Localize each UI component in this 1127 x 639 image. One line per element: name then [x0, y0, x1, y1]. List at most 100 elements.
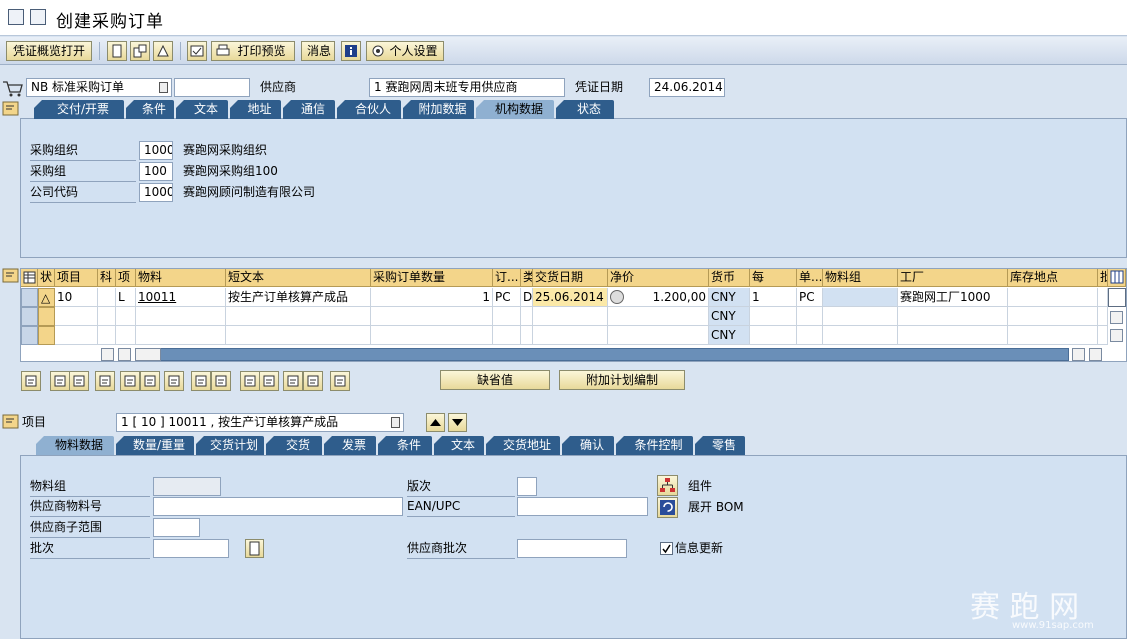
grid-cell-delivery_date[interactable]: 25.06.2014: [533, 288, 608, 307]
grid-cell-unit[interactable]: PC: [493, 288, 521, 307]
select-all-button[interactable]: [50, 371, 70, 391]
grid-cell-unit[interactable]: [493, 307, 521, 326]
scroll-up-button[interactable]: [1110, 311, 1123, 324]
vendor-field[interactable]: 1 赛跑网周末班专用供应商: [369, 78, 565, 97]
components-button[interactable]: [657, 475, 678, 496]
grid-cell-batch[interactable]: [1098, 307, 1108, 326]
grid-column-header[interactable]: 批: [1098, 269, 1108, 287]
item-tab[interactable]: 文本: [434, 436, 484, 455]
grid-cell-status[interactable]: △: [38, 288, 55, 307]
info-update-checkbox[interactable]: [660, 542, 673, 555]
next-item-button[interactable]: [448, 413, 467, 432]
item-tab[interactable]: 零售: [695, 436, 745, 455]
header-tab[interactable]: 地址: [230, 100, 281, 119]
order-type-select[interactable]: NB 标准采购订单: [26, 78, 172, 97]
grid-cell-storage[interactable]: [1008, 307, 1098, 326]
grid-cell-material[interactable]: 10011: [136, 288, 226, 307]
grid-cell-item[interactable]: [55, 307, 98, 326]
grid-column-header[interactable]: 交货日期: [533, 269, 608, 287]
grid-column-header[interactable]: 库存地点: [1008, 269, 1098, 287]
grid-cell-dtype[interactable]: D: [521, 288, 533, 307]
item-tab[interactable]: 物料数据: [36, 436, 114, 455]
grid-cell-acct[interactable]: [98, 288, 116, 307]
grid-cell-batch[interactable]: [1098, 326, 1108, 345]
header-tab[interactable]: 交付/开票: [34, 100, 124, 119]
deselect-all-button[interactable]: [69, 371, 89, 391]
grid-column-header[interactable]: 物料组: [823, 269, 898, 287]
grid-cell-currency[interactable]: CNY: [709, 307, 750, 326]
grid-column-header[interactable]: 单...: [797, 269, 823, 287]
personal-settings-button[interactable]: 个人设置: [366, 41, 444, 61]
grid-cell-qty[interactable]: 1: [371, 288, 493, 307]
grid-cell-storage[interactable]: [1008, 326, 1098, 345]
copy-button[interactable]: [95, 371, 115, 391]
org-field-code[interactable]: 1000: [139, 183, 173, 202]
item-tab[interactable]: 数量/重量: [116, 436, 194, 455]
grid-cell-mat_group[interactable]: [823, 307, 898, 326]
header-tab[interactable]: 附加数据: [403, 100, 474, 119]
grid-cell-short_text[interactable]: [226, 307, 371, 326]
grid-cell-delivery_date[interactable]: [533, 326, 608, 345]
header-tab[interactable]: 通信: [283, 100, 335, 119]
unlock-button[interactable]: [164, 371, 184, 391]
scroll-right-end-button[interactable]: [1089, 348, 1102, 361]
grid-cell-plant[interactable]: 赛跑网工厂1000: [898, 288, 1008, 307]
grid-cell-storage[interactable]: [1008, 288, 1098, 307]
lock-button[interactable]: [140, 371, 160, 391]
scroll-right-button[interactable]: [118, 348, 131, 361]
hold-button[interactable]: [153, 41, 173, 61]
grid-cell-material[interactable]: [136, 326, 226, 345]
help-button[interactable]: [341, 41, 361, 61]
grid-column-header[interactable]: 订...: [493, 269, 521, 287]
doc-date-field[interactable]: 24.06.2014: [649, 78, 725, 97]
header-tab[interactable]: 机构数据: [476, 100, 554, 119]
grid-cell-acct[interactable]: [98, 326, 116, 345]
sort-ascending-button[interactable]: [240, 371, 260, 391]
order-number-field[interactable]: [174, 78, 250, 97]
item-tab[interactable]: 条件: [378, 436, 432, 455]
grid-cell-status[interactable]: [38, 307, 55, 326]
duplicate-button[interactable]: [191, 371, 211, 391]
clipboard-button[interactable]: [330, 371, 350, 391]
grid-column-header[interactable]: 货币: [709, 269, 750, 287]
item-tab[interactable]: 发票: [324, 436, 376, 455]
item-select[interactable]: 1 [ 10 ] 10011 , 按生产订单核算产成品: [116, 413, 404, 432]
grid-column-header[interactable]: 项目: [55, 269, 98, 287]
grid-column-header[interactable]: 物料: [136, 269, 226, 287]
grid-cell-mat_group[interactable]: [823, 326, 898, 345]
grid-cell-order_unit[interactable]: PC: [797, 288, 823, 307]
collapse-item-detail-icon[interactable]: [2, 414, 20, 430]
grid-cell-cat[interactable]: [116, 307, 136, 326]
default-values-button[interactable]: 缺省值: [440, 370, 550, 390]
previous-item-button[interactable]: [426, 413, 445, 432]
scroll-left-end-button[interactable]: [1072, 348, 1085, 361]
grid-cell-per[interactable]: 1: [750, 288, 797, 307]
row-selector[interactable]: [21, 288, 38, 307]
check-button[interactable]: [187, 41, 207, 61]
grid-cell-qty[interactable]: [371, 307, 493, 326]
grid-cell-currency[interactable]: CNY: [709, 326, 750, 345]
header-tab[interactable]: 状态: [556, 100, 614, 119]
grid-cell-item[interactable]: [55, 326, 98, 345]
grid-column-header[interactable]: 状: [38, 269, 55, 287]
messages-button[interactable]: 消息: [301, 41, 335, 61]
row-selector[interactable]: [21, 307, 38, 326]
vendor-batch-field[interactable]: [517, 539, 627, 558]
grid-cell-dtype[interactable]: [521, 326, 533, 345]
grid-cell-currency[interactable]: CNY: [709, 288, 750, 307]
grid-cell-per[interactable]: [750, 307, 797, 326]
vendor-material-field[interactable]: [153, 497, 403, 516]
grid-cell-short_text[interactable]: 按生产订单核算产成品: [226, 288, 371, 307]
filter-button[interactable]: [283, 371, 303, 391]
grid-column-header[interactable]: 采购订单数量: [371, 269, 493, 287]
row-selector[interactable]: [21, 326, 38, 345]
collapse-items-icon[interactable]: [2, 268, 20, 284]
new-document-button[interactable]: [107, 41, 127, 61]
filter-off-button[interactable]: [303, 371, 323, 391]
grid-cell-delivery_date[interactable]: [533, 307, 608, 326]
grid-cell-acct[interactable]: [98, 307, 116, 326]
item-tab[interactable]: 确认: [562, 436, 614, 455]
details-button[interactable]: [21, 371, 41, 391]
header-tab[interactable]: 文本: [176, 100, 228, 119]
additional-planning-button[interactable]: 附加计划编制: [559, 370, 685, 390]
